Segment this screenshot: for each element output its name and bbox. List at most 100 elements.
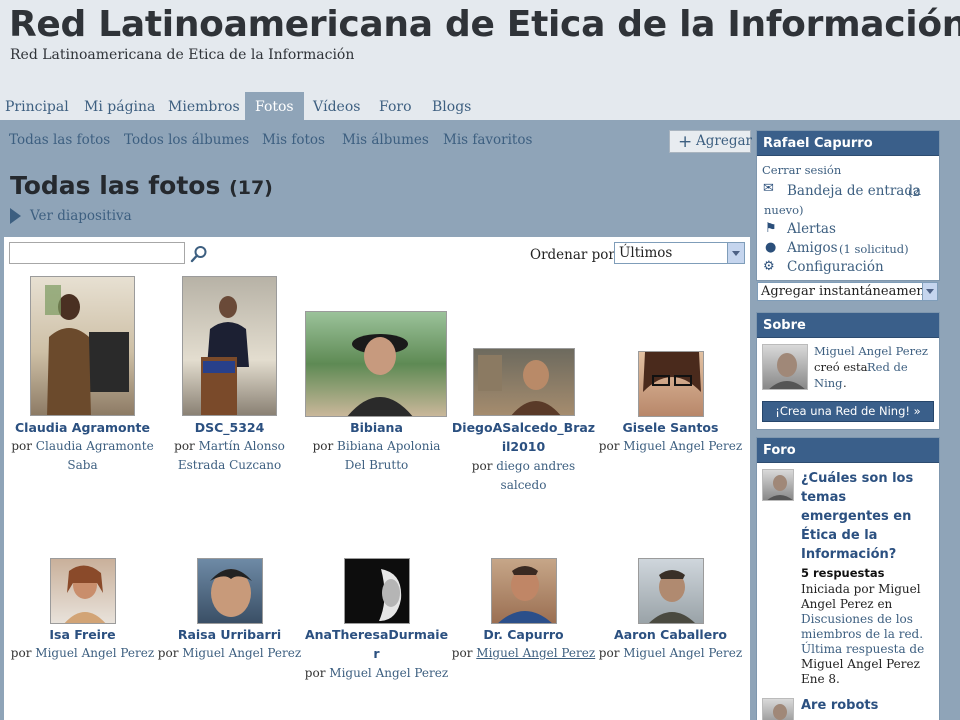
slideshow-label: Ver diapositiva [30,208,132,224]
photo-author-link[interactable]: Miguel Angel Perez [476,646,595,660]
avatar-image [767,475,793,500]
create-ning-network-button[interactable]: ¡Crea una Red de Ning! » [762,401,934,422]
nav-tab-mi-pagina[interactable]: Mi página [80,92,159,120]
forum-category-link[interactable]: Discusiones de los miembros de la red. [801,612,937,642]
photo-author-link[interactable]: Bibiana Apolonia Del Brutto [337,439,440,472]
ning-link[interactable]: Ning [814,376,843,390]
avatar-image [769,353,805,389]
creator-link[interactable]: Miguel Angel Perez [814,344,928,358]
photo-author-link[interactable]: Claudia Agramonte Saba [36,439,154,472]
site-header: Red Latinoamericana de Etica de la Infor… [0,0,960,92]
photo-image [45,285,129,415]
friends-link[interactable]: Amigos [787,240,838,256]
alerts-link[interactable]: Alertas [787,221,836,237]
page-title-text: Todas las fotos [10,171,221,200]
photo-title[interactable]: Gisele Santos [597,418,744,437]
started-by-line: Angel Perez en [801,597,893,611]
inbox-new-label[interactable]: nuevo) [764,203,804,217]
photo-by-label: por [598,646,620,660]
gear-icon: ⚙ [763,259,775,274]
photo-thumbnail[interactable] [197,558,263,624]
friend-requests[interactable]: (1 solicitud) [839,242,909,256]
topic-author-avatar[interactable] [762,469,794,501]
topic-author-avatar[interactable] [762,698,794,720]
photo-author-link[interactable]: Miguel Angel Perez [623,439,742,453]
photo-author-link[interactable]: Miguel Angel Perez [623,646,742,660]
category-line: Discusiones de los [801,612,913,626]
nav-tab-miembros[interactable]: Miembros [164,92,244,120]
about-box: Sobre Miguel Angel Perez creó esta Red d… [756,312,940,430]
subnav-mis-albumes[interactable]: Mis álbumes [342,132,429,148]
photo-thumbnail[interactable] [638,558,704,624]
photo-by-label: por [157,646,179,660]
user-name[interactable]: Rafael Capurro [757,131,939,156]
plus-icon: + [678,132,693,152]
inbox-new-count[interactable]: (2 [908,185,920,199]
photo-title[interactable]: Aaron Caballero [597,625,744,644]
photo-thumbnail[interactable] [305,311,447,417]
quick-add-select[interactable]: Agregar instantáneamente [757,282,938,301]
photo-by-label: por [174,439,195,453]
forum-topic-line: ¿Cuáles son los [801,471,914,486]
about-title: Sobre [757,313,939,338]
forum-topic-line: temas [801,490,847,505]
photo-thumbnail[interactable] [491,558,557,624]
sort-select[interactable]: Últimos [614,242,745,264]
nav-tab-foro[interactable]: Foro [375,92,416,120]
forum-title: Foro [757,438,939,463]
nav-tab-fotos[interactable]: Fotos [245,92,304,120]
photo-author-link[interactable]: Miguel Angel Perez [329,666,448,680]
subnav-todos-los-albumes[interactable]: Todos los álbumes [124,132,249,148]
photo-thumbnail[interactable] [50,558,116,624]
photo-author-link[interactable]: Miguel Angel Perez [182,646,301,660]
photo-title[interactable]: Bibiana [303,418,450,437]
photo-author-line: por Claudia Agramonte Saba [9,437,156,475]
photo-thumbnail[interactable] [638,351,704,417]
site-title[interactable]: Red Latinoamericana de Etica de la Infor… [9,4,960,45]
forum-topic-link[interactable]: ¿Cuáles son los temas emergentes en Étic… [801,469,937,564]
creator-avatar[interactable] [762,344,808,390]
inbox-link[interactable]: Bandeja de entrada [787,183,921,199]
photo-by-label: por [598,439,620,453]
reply-count: 5 respuestas [801,566,885,580]
topic-meta: Iniciada por Miguel Angel Perez en Discu… [801,582,937,687]
photo-image [649,570,695,623]
flag-icon: ⚑ [765,221,777,236]
nav-tab-blogs[interactable]: Blogs [428,92,475,120]
nav-tab-videos[interactable]: Vídeos [309,92,364,120]
photo-author-link[interactable]: diego andres salcedo [496,459,575,492]
forum-topic-link[interactable]: Are robots [801,698,878,713]
photo-thumbnail[interactable] [473,348,575,416]
subnav-mis-fotos[interactable]: Mis fotos [262,132,325,148]
chevron-down-icon [727,243,744,263]
photo-title[interactable]: DiegoASalcedo_Brazil2010 [450,418,597,456]
page-title: Todas las fotos (17) [10,171,273,200]
site-subtitle: Red Latinoamericana de Etica de la Infor… [10,47,355,63]
photo-title[interactable]: Raisa Urribarri [156,625,303,644]
subnav-todas-las-fotos[interactable]: Todas las fotos [9,132,110,148]
photo-title[interactable]: Dr. Capurro [450,625,597,644]
category-line: miembros de la red. [801,627,924,641]
photo-thumbnail[interactable] [182,276,277,416]
logout-link[interactable]: Cerrar sesión [762,163,841,177]
photo-author-link[interactable]: Miguel Angel Perez [35,646,154,660]
photo-thumbnail[interactable] [344,558,410,624]
avatar-image [773,704,787,720]
search-icon[interactable] [190,245,208,263]
photo-title[interactable]: Isa Freire [9,625,156,644]
network-link[interactable]: Red de [867,360,908,374]
photo-title[interactable]: DSC_5324 [156,418,303,437]
person-icon: ● [765,240,777,255]
search-input[interactable] [9,242,185,264]
photo-title[interactable]: Claudia Agramonte [9,418,156,437]
settings-link[interactable]: Configuración [787,259,884,275]
user-box: Rafael Capurro Cerrar sesión ✉ Bandeja d… [756,130,940,281]
last-reply-link[interactable]: Última respuesta de [801,642,937,657]
photo-title[interactable]: AnaTheresaDurmaier [303,625,450,663]
photo-thumbnail[interactable] [30,276,135,416]
nav-tab-principal[interactable]: Principal [1,92,73,120]
envelope-icon: ✉ [763,181,774,196]
subnav-mis-favoritos[interactable]: Mis favoritos [443,132,532,148]
add-photo-button[interactable]: + Agregar [669,130,752,153]
main-nav: Principal Mi página Miembros Fotos Vídeo… [0,92,960,120]
